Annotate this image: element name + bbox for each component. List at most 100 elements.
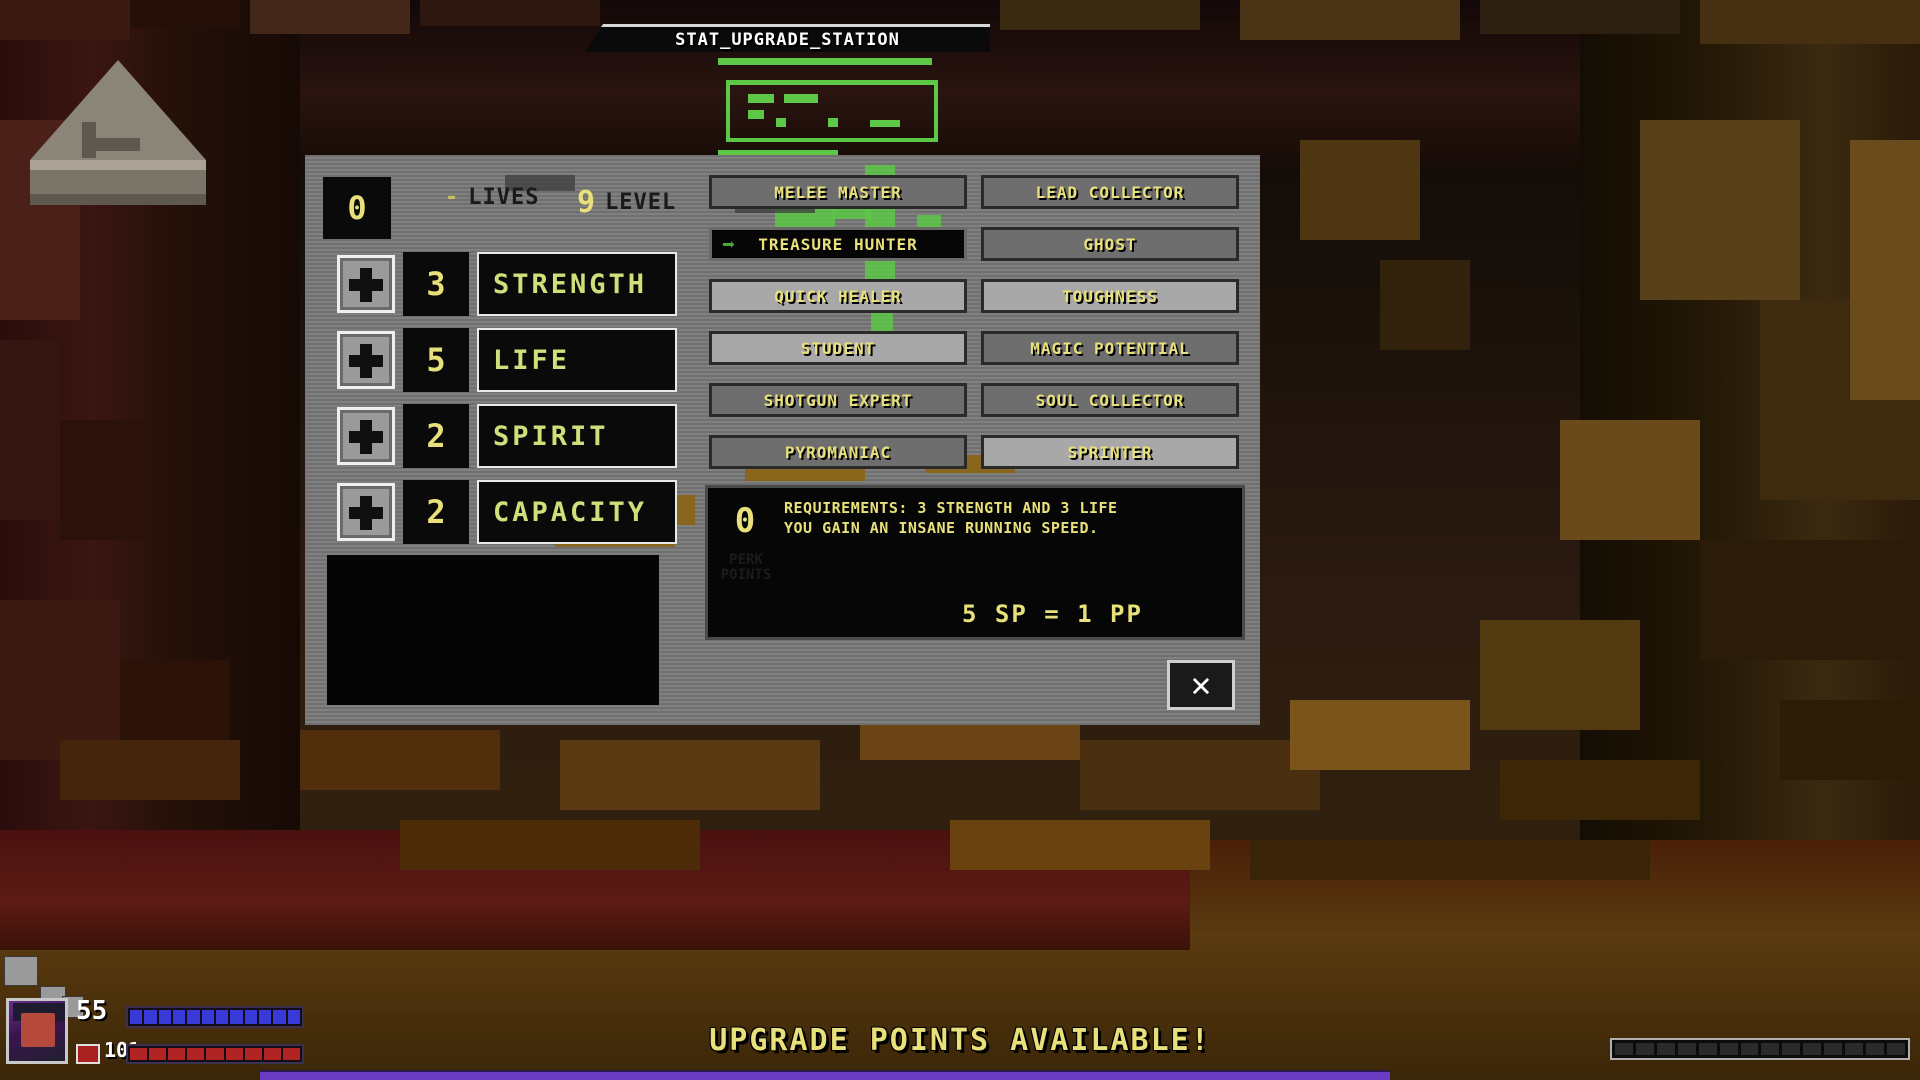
perk-points-value: 0 bbox=[734, 501, 756, 541]
background-block bbox=[1250, 840, 1650, 880]
stat-value-life: 5 bbox=[403, 328, 469, 392]
terminal-decoration bbox=[718, 58, 968, 158]
perk-label: GHOST bbox=[1083, 234, 1137, 254]
background-block bbox=[0, 600, 120, 760]
plus-icon-vertical bbox=[360, 268, 372, 302]
health-segment bbox=[230, 1010, 243, 1024]
health-segment bbox=[187, 1010, 200, 1024]
perk-button-melee-master[interactable]: MELEE MASTER bbox=[709, 175, 967, 209]
perk-label: SPRINTER bbox=[1067, 442, 1153, 462]
ammo-segment bbox=[1677, 1043, 1696, 1055]
sp-conversion-text: 5 SP = 1 PP bbox=[962, 600, 1143, 628]
stat-name-spirit: SPIRIT bbox=[477, 404, 677, 468]
stat-value-text: 2 bbox=[426, 493, 446, 531]
description-line: YOU GAIN AN INSANE RUNNING SPEED. bbox=[784, 519, 1099, 537]
window-title: STAT_UPGRADE_STATION bbox=[675, 29, 900, 50]
stat-name-text: LIFE bbox=[493, 344, 571, 376]
background-block bbox=[1850, 140, 1920, 400]
background-block bbox=[420, 0, 600, 26]
description-panel bbox=[327, 555, 659, 705]
perk-button-sprinter[interactable]: SPRINTER bbox=[981, 435, 1239, 469]
increase-capacity-button[interactable] bbox=[337, 483, 395, 541]
increase-spirit-button[interactable] bbox=[337, 407, 395, 465]
background-block bbox=[250, 0, 410, 34]
perk-button-lead-collector[interactable]: LEAD COLLECTOR bbox=[981, 175, 1239, 209]
stat-value-strength: 3 bbox=[403, 252, 469, 316]
background-block bbox=[1640, 120, 1800, 300]
armor-segment bbox=[149, 1048, 167, 1060]
perk-button-pyromaniac[interactable]: PYROMANIAC bbox=[709, 435, 967, 469]
background-block bbox=[560, 740, 820, 810]
armor-segment bbox=[282, 1048, 300, 1060]
perk-button-toughness[interactable]: TOUGHNESS bbox=[981, 279, 1239, 313]
perk-button-student[interactable]: STUDENT bbox=[709, 331, 967, 365]
perk-button-treasure-hunter[interactable]: ➡ TREASURE HUNTER bbox=[709, 227, 967, 261]
perk-points-display: 0 bbox=[709, 488, 781, 554]
perk-button-ghost[interactable]: GHOST bbox=[981, 227, 1239, 261]
background-block bbox=[1480, 0, 1680, 34]
requirements-line: REQUIREMENTS: 3 STRENGTH AND 3 LIFE bbox=[784, 499, 1118, 517]
increase-strength-button[interactable] bbox=[337, 255, 395, 313]
stat-row-strength: 3 STRENGTH bbox=[325, 250, 677, 320]
stat-name-strength: STRENGTH bbox=[477, 252, 677, 316]
bottom-progress-strip bbox=[260, 1070, 1390, 1080]
health-segment bbox=[158, 1010, 171, 1024]
ammo-segment bbox=[1740, 1043, 1759, 1055]
close-button[interactable]: ✕ bbox=[1167, 660, 1235, 710]
stat-name-text: STRENGTH bbox=[493, 268, 648, 300]
perk-button-soul-collector[interactable]: SOUL COLLECTOR bbox=[981, 383, 1239, 417]
ammo-segment bbox=[1782, 1043, 1801, 1055]
background-block bbox=[1380, 260, 1470, 350]
sp-conversion: 5 SP = 1 PP bbox=[948, 593, 1238, 635]
ammo-segment bbox=[1845, 1043, 1864, 1055]
health-segment bbox=[287, 1010, 300, 1024]
stat-value-text: 2 bbox=[426, 417, 446, 455]
ammo-segment bbox=[1719, 1043, 1738, 1055]
perk-label: TOUGHNESS bbox=[1062, 286, 1158, 306]
perk-label: LEAD COLLECTOR bbox=[1035, 182, 1185, 202]
ammo-segment bbox=[1886, 1043, 1905, 1055]
armor-segment bbox=[263, 1048, 281, 1060]
selection-arrow-icon: ➡ bbox=[722, 233, 736, 258]
armor-segment bbox=[168, 1048, 186, 1060]
background-block bbox=[1300, 140, 1420, 240]
background-block bbox=[60, 420, 150, 540]
increase-life-button[interactable] bbox=[337, 331, 395, 389]
ammo-segment bbox=[1615, 1043, 1633, 1055]
health-segment bbox=[244, 1010, 257, 1024]
stat-name-text: SPIRIT bbox=[493, 420, 609, 452]
close-icon: ✕ bbox=[1190, 665, 1212, 705]
health-segment bbox=[172, 1010, 186, 1024]
health-value: 55 bbox=[76, 996, 108, 1026]
stat-row-spirit: 2 SPIRIT bbox=[325, 402, 677, 472]
perk-points-label-line2: POINTS bbox=[720, 567, 772, 583]
game-screen: STAT_UPGRADE_STATION 0 - LIVES 9 LEVEL 3… bbox=[0, 0, 1920, 1080]
background-block bbox=[300, 730, 500, 790]
perk-button-shotgun-expert[interactable]: SHOTGUN EXPERT bbox=[709, 383, 967, 417]
background-block bbox=[1290, 700, 1470, 770]
perk-button-magic-potential[interactable]: MAGIC POTENTIAL bbox=[981, 331, 1239, 365]
background-block bbox=[400, 820, 700, 870]
background-block bbox=[1700, 540, 1920, 660]
perk-requirements-text: REQUIREMENTS: 3 STRENGTH AND 3 LIFE YOU … bbox=[784, 498, 1239, 538]
player-hud-left: 55 101 bbox=[0, 940, 310, 1070]
perk-label: SOUL COLLECTOR bbox=[1035, 390, 1185, 410]
perk-button-quick-healer[interactable]: QUICK HEALER bbox=[709, 279, 967, 313]
perk-label: SHOTGUN EXPERT bbox=[763, 390, 913, 410]
armor-icon bbox=[76, 1044, 100, 1064]
armor-segment bbox=[130, 1048, 148, 1060]
ammo-segment bbox=[1698, 1043, 1717, 1055]
plus-icon-vertical bbox=[360, 496, 372, 530]
stat-upgrade-panel: 0 - LIVES 9 LEVEL 3 STRENGTH 5 LIFE 2 SPIRIT 2… bbox=[305, 155, 1260, 725]
window-title-bar: STAT_UPGRADE_STATION bbox=[585, 24, 990, 52]
pyramid-base-decoration bbox=[30, 122, 206, 205]
ammo-segment bbox=[1656, 1043, 1675, 1055]
perks-grid: MELEE MASTER LEAD COLLECTOR ➡ TREASURE HUNT… bbox=[705, 175, 1245, 475]
background-block bbox=[1780, 700, 1920, 780]
armor-segment bbox=[206, 1048, 224, 1060]
stat-name-life: LIFE bbox=[477, 328, 677, 392]
perk-label: STUDENT bbox=[800, 338, 876, 358]
stat-value-text: 5 bbox=[426, 341, 446, 379]
ammo-segment bbox=[1803, 1043, 1822, 1055]
perk-points-label-line1: PERK bbox=[729, 552, 763, 568]
